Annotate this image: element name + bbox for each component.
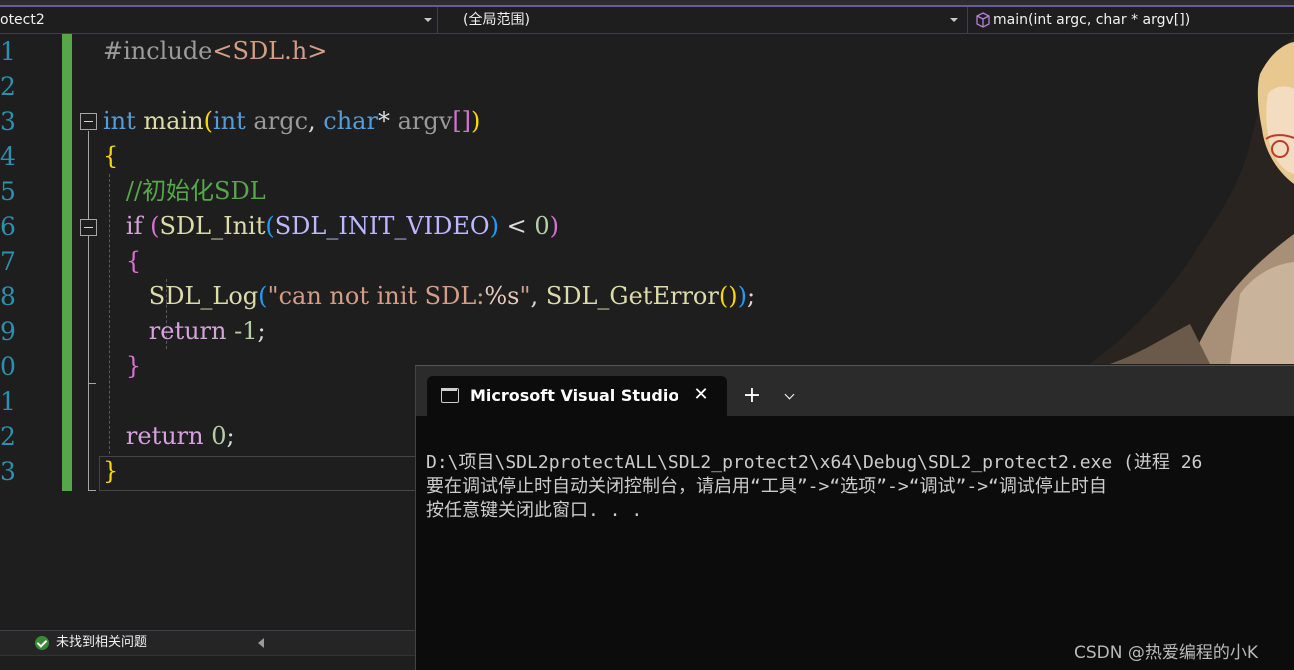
- paren-close: ): [737, 282, 747, 310]
- line-number: 7: [0, 247, 16, 276]
- code-line-if-close-brace: }: [103, 349, 141, 384]
- param-argc: argc: [253, 107, 309, 135]
- project-dropdown[interactable]: otect2: [0, 7, 436, 33]
- paren-open: (: [265, 212, 275, 240]
- navigation-bar: otect2 (全局范围) main(int argc, char * argv…: [0, 7, 1294, 34]
- include-header: <SDL.h>: [212, 37, 328, 65]
- function-dropdown[interactable]: main(int argc, char * argv[]): [993, 7, 1294, 33]
- background-anime-art: [1090, 34, 1294, 364]
- cube-icon: [976, 12, 990, 28]
- code-line-comment: //初始化SDL: [103, 174, 266, 209]
- brace-open: {: [125, 247, 142, 275]
- number-literal: 0: [211, 422, 227, 450]
- line-number: 3: [0, 107, 16, 136]
- macro-constant: SDL_INIT_VIDEO: [274, 212, 490, 240]
- chevron-down-icon: [424, 18, 432, 22]
- line-number: 1: [0, 37, 16, 66]
- code-line-include: #include<SDL.h>: [103, 34, 327, 69]
- paren-close: ): [549, 212, 559, 240]
- brace-close: }: [103, 457, 119, 485]
- terminal-titlebar: Microsoft Visual Studio 调试控制台 ✕ +: [416, 366, 1294, 416]
- keyword-return: return: [148, 317, 227, 345]
- line-number: 4: [0, 142, 16, 171]
- csdn-watermark: CSDN @热爱编程的小K: [1074, 643, 1259, 663]
- function-name: main: [143, 107, 204, 135]
- chevron-down-icon[interactable]: [778, 379, 802, 413]
- brace-close: }: [125, 352, 142, 380]
- string-literal: ": [519, 282, 531, 310]
- line-number: 3: [0, 457, 16, 486]
- error-list-status-bar: 未找到相关问题: [0, 630, 415, 655]
- pointer-star: *: [377, 107, 390, 135]
- array-brackets: []: [452, 107, 472, 135]
- terminal-output-line: D:\项目\SDL2protectALL\SDL2_protect2\x64\D…: [426, 452, 1203, 473]
- scope-dropdown[interactable]: (全局范围): [441, 7, 966, 33]
- code-comment: //初始化SDL: [125, 177, 266, 205]
- paren-open: (: [203, 107, 213, 135]
- paren-close: ): [489, 212, 499, 240]
- terminal-output-line: 要在调试停止时自动关闭控制台，请启用“工具”->“选项”->“调试”->“调试停…: [426, 476, 1107, 497]
- code-line-log: SDL_Log("can not init SDL:%s", SDL_GetEr…: [148, 282, 756, 310]
- keyword-int: int: [103, 107, 136, 135]
- close-tab-button[interactable]: ✕: [689, 376, 713, 416]
- keyword-char: char: [323, 107, 378, 135]
- line-number: 0: [0, 352, 16, 381]
- line-number: 9: [0, 317, 16, 346]
- scroll-left-arrow-icon[interactable]: [258, 638, 264, 648]
- status-message: 未找到相关问题: [56, 635, 148, 650]
- fold-end-tick: [88, 383, 96, 384]
- code-line-open-brace: {: [103, 139, 118, 174]
- keyword-int: int: [213, 107, 246, 135]
- check-circle-icon: [35, 636, 49, 650]
- code-line-return-error: return -1;: [148, 317, 266, 345]
- line-number: 5: [0, 177, 16, 206]
- chevron-down-icon: [950, 18, 958, 22]
- fold-guide-line: [88, 131, 89, 491]
- nav-divider: [437, 7, 438, 33]
- change-tracking-bar: [62, 34, 72, 491]
- code-line-if-open-brace: {: [103, 244, 141, 279]
- string-literal: "can not init SDL:: [267, 282, 485, 310]
- collapse-toggle-if[interactable]: [80, 219, 97, 236]
- number-literal: -1: [234, 317, 258, 345]
- fold-end-tick: [88, 490, 96, 491]
- function-call: SDL_GetError: [545, 282, 719, 310]
- keyword-return: return: [125, 422, 204, 450]
- scope-dropdown-label: (全局范围): [463, 12, 530, 28]
- code-line-close-brace: }: [103, 454, 118, 489]
- code-line-main-signature: int main(int argc, char* argv[]): [103, 107, 481, 135]
- brace-open: {: [103, 142, 119, 170]
- terminal-output-line: 按任意键关闭此窗口. . .: [426, 500, 643, 521]
- paren-close: ): [471, 107, 481, 135]
- new-tab-button[interactable]: +: [738, 379, 766, 413]
- function-call: SDL_Log: [148, 282, 259, 310]
- code-line-if: if (SDL_Init(SDL_INIT_VIDEO) < 0): [103, 209, 559, 244]
- format-specifier: %s: [484, 282, 520, 310]
- line-number: 6: [0, 212, 16, 241]
- code-line-return-zero: return 0;: [125, 422, 235, 450]
- nav-divider: [967, 7, 968, 33]
- paren-pair: (): [718, 282, 738, 310]
- line-number: 8: [0, 282, 16, 311]
- terminal-window-icon: [441, 388, 459, 403]
- line-number: 2: [0, 72, 16, 101]
- function-dropdown-label: main(int argc, char * argv[]): [993, 12, 1191, 28]
- paren-open: (: [258, 282, 268, 310]
- debug-console-window[interactable]: Microsoft Visual Studio 调试控制台 ✕ + D:\项目\…: [415, 365, 1294, 670]
- param-argv: argv: [397, 107, 453, 135]
- keyword-if: if: [125, 212, 143, 240]
- terminal-tab-title: Microsoft Visual Studio 调试控制台: [470, 386, 678, 405]
- window-top-strip: [0, 0, 1294, 7]
- project-dropdown-label: otect2: [0, 12, 45, 28]
- preprocessor-directive: #include: [103, 37, 213, 65]
- bottom-strip: [0, 655, 415, 670]
- terminal-tab[interactable]: Microsoft Visual Studio 调试控制台 ✕: [427, 376, 727, 416]
- function-call: SDL_Init: [159, 212, 266, 240]
- collapse-toggle-main[interactable]: [80, 113, 97, 130]
- number-literal: 0: [534, 212, 550, 240]
- current-line-highlight: [99, 456, 417, 491]
- operator: <: [506, 212, 527, 240]
- line-number: 1: [0, 387, 16, 416]
- line-number: 2: [0, 422, 16, 451]
